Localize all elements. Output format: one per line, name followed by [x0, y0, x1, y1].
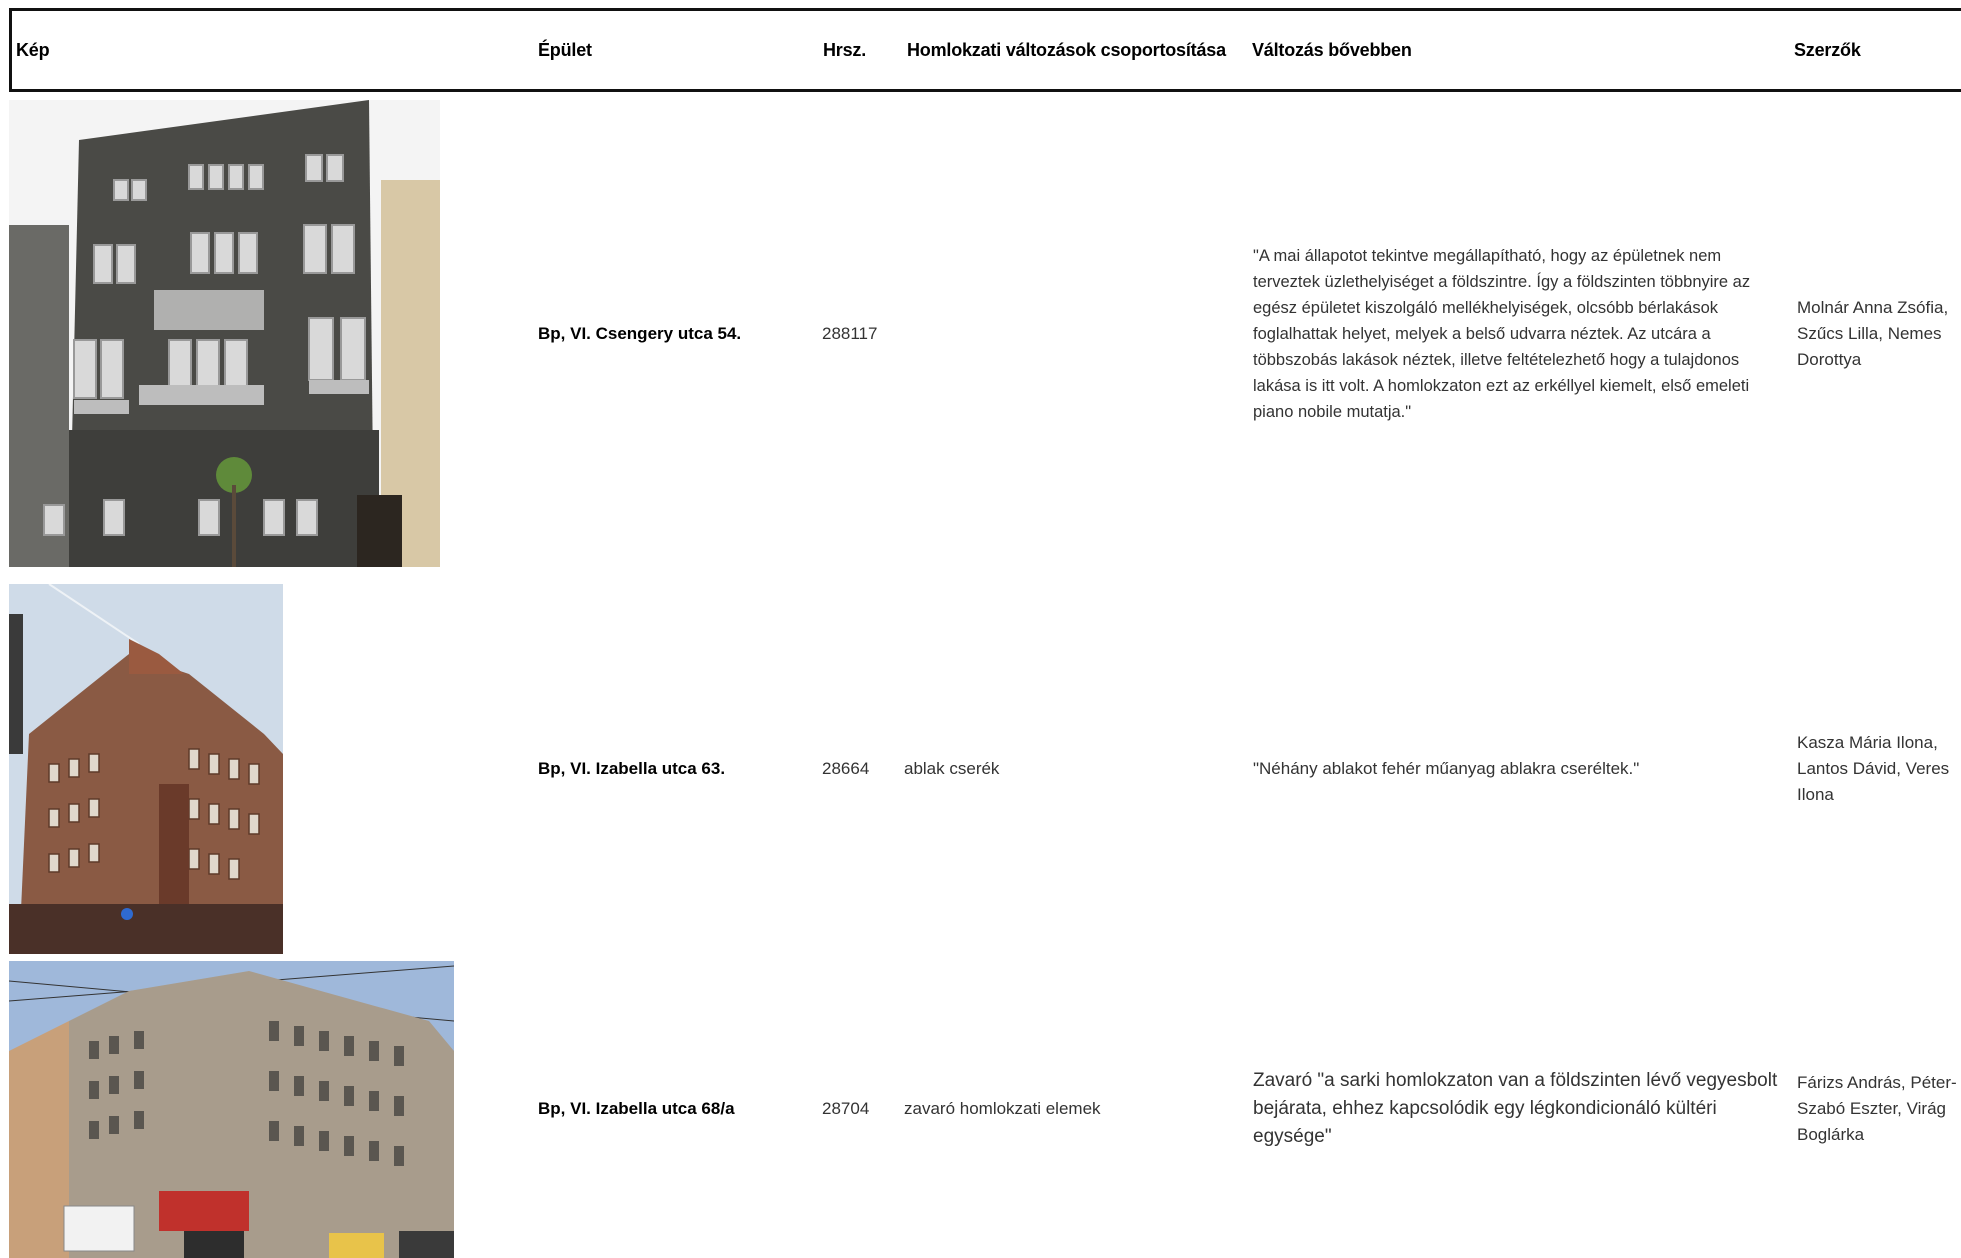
- change-details: "Néhány ablakot fehér műanyag ablakra cs…: [1253, 759, 1640, 778]
- header-details: Változás bővebben: [1252, 39, 1412, 60]
- header-building: Épület: [538, 39, 592, 60]
- change-grouping: zavaró homlokzati elemek: [904, 1098, 1101, 1118]
- table-header: Kép Épület Hrsz. Homlokzati változások c…: [9, 8, 1961, 92]
- building-photo[interactable]: [9, 584, 283, 954]
- authors: Molnár Anna Zsófia, Szűcs Lilla, Nemes D…: [1797, 298, 1949, 369]
- building-photo[interactable]: [9, 100, 440, 567]
- table-row: Bp, VI. Izabella utca 68/a 28704 zavaró …: [0, 959, 1961, 1258]
- building-address: Bp, VI. Izabella utca 68/a: [538, 1098, 735, 1118]
- facade-illustration: [9, 584, 283, 954]
- authors: Kasza Mária Ilona, Lantos Dávid, Veres I…: [1797, 733, 1950, 804]
- lot-number: 288117: [822, 324, 878, 343]
- building-address: Bp, VI. Csengery utca 54.: [538, 324, 742, 343]
- authors: Fárizs András, Péter-Szabó Eszter, Virág…: [1797, 1072, 1957, 1144]
- change-details: Zavaró "a sarki homlokzaton van a földsz…: [1253, 1069, 1778, 1147]
- lot-number: 28664: [822, 759, 870, 778]
- header-lot: Hrsz.: [823, 39, 867, 60]
- change-details: "A mai állapotot tekintve megállapítható…: [1253, 247, 1751, 421]
- lot-number: 28704: [822, 1098, 870, 1118]
- header-authors: Szerzők: [1794, 39, 1861, 60]
- header-image: Kép: [16, 39, 50, 60]
- table-row: Bp, VI. Izabella utca 63. 28664 ablak cs…: [0, 583, 1961, 955]
- header-grouping: Homlokzati változások csoportosítása: [907, 39, 1226, 60]
- facade-illustration: [9, 100, 440, 567]
- change-grouping: ablak cserék: [904, 759, 1000, 778]
- change-grouping: [904, 100, 1234, 568]
- building-photo[interactable]: [9, 961, 454, 1258]
- building-address: Bp, VI. Izabella utca 63.: [538, 759, 726, 778]
- facade-illustration: [9, 961, 454, 1258]
- table-row: Bp, VI. Csengery utca 54. 288117 "A mai …: [0, 100, 1961, 568]
